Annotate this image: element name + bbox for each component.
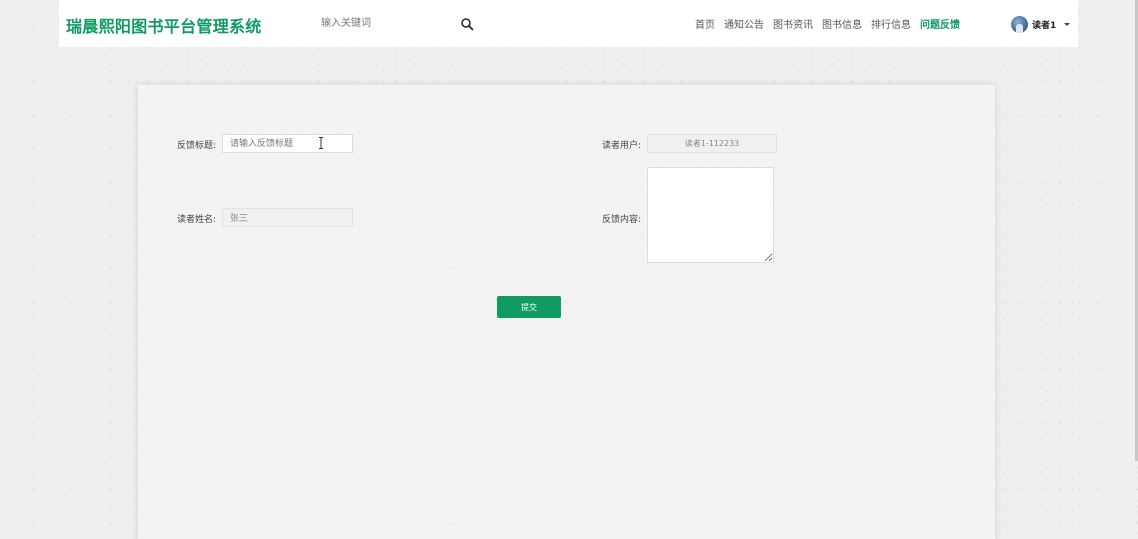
nav-rankings[interactable]: 排行信息	[871, 16, 911, 31]
search-box	[309, 9, 482, 38]
chevron-down-icon	[1064, 22, 1071, 26]
feedback-title-input[interactable]	[222, 134, 353, 153]
nav-feedback[interactable]: 问题反馈	[920, 16, 960, 31]
search-icon[interactable]	[460, 17, 474, 31]
main-nav: 首页 通知公告 图书资讯 图书信息 排行信息 问题反馈	[695, 16, 960, 31]
submit-button[interactable]: 提交	[497, 296, 561, 318]
text-cursor-icon	[319, 137, 323, 149]
nav-book-news[interactable]: 图书资讯	[773, 16, 813, 31]
user-name: 读者1	[1032, 20, 1057, 31]
avatar	[1011, 15, 1028, 33]
nav-notices[interactable]: 通知公告	[724, 16, 764, 31]
top-header: 瑞晨熙阳图书平台管理系统 首页 通知公告 图书资讯 图书信息 排行信息 问题反馈…	[59, 0, 1078, 47]
reader-user-field	[647, 134, 777, 153]
user-menu[interactable]: 读者1	[1011, 14, 1071, 34]
feedback-content-textarea[interactable]	[647, 167, 774, 263]
reader-name-field	[222, 208, 353, 227]
reader-name-label: 读者姓名:	[177, 215, 217, 225]
feedback-form-card	[138, 85, 995, 539]
site-title: 瑞晨熙阳图书平台管理系统	[66, 17, 262, 36]
search-input[interactable]	[309, 9, 461, 38]
nav-book-info[interactable]: 图书信息	[822, 16, 862, 31]
nav-home[interactable]: 首页	[695, 16, 715, 31]
feedback-content-label: 反馈内容:	[602, 215, 642, 225]
reader-user-label: 读者用户:	[602, 141, 642, 151]
feedback-title-label: 反馈标题:	[177, 141, 217, 151]
